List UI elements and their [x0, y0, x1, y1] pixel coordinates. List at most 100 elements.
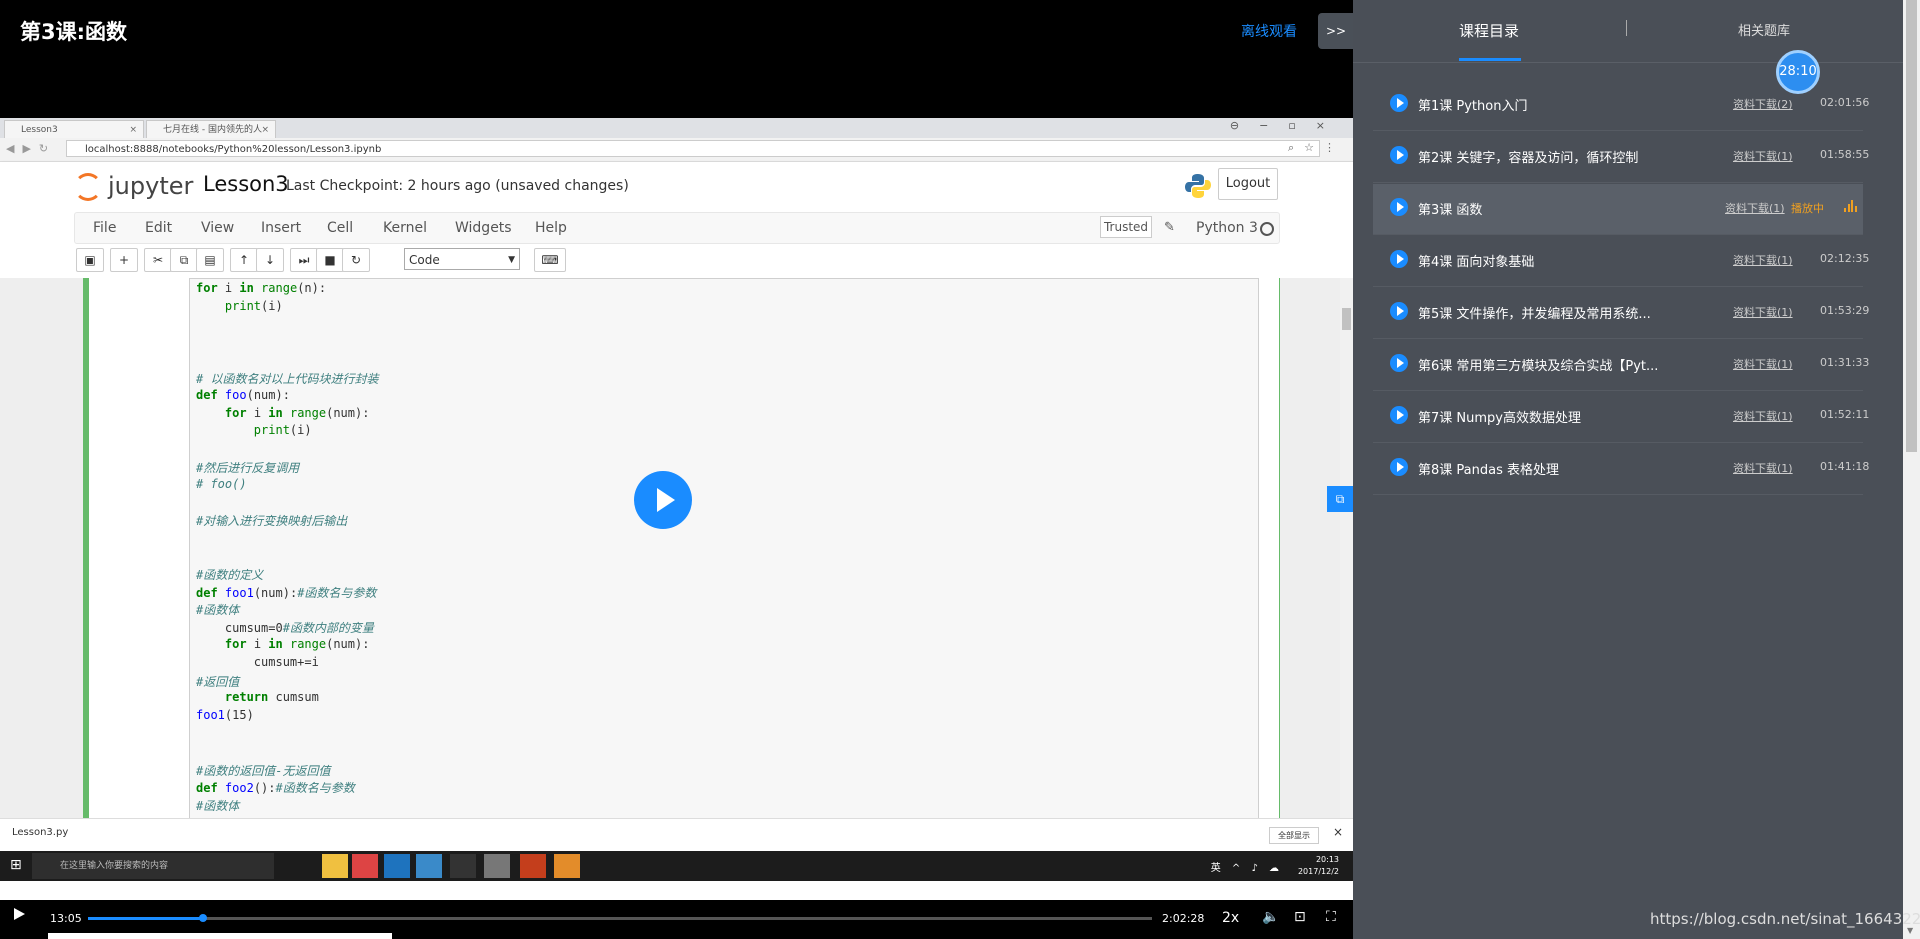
- lesson-name[interactable]: 第4课 面向对象基础: [1418, 251, 1534, 270]
- top-bar: 第3课:函数 离线观看 >>: [0, 0, 1354, 118]
- sidebar-tabs: 课程目录 相关题库: [1353, 0, 1903, 63]
- play-circle-icon[interactable]: [1390, 302, 1408, 320]
- checkpoint-status: Last Checkpoint: 2 hours ago (unsaved ch…: [286, 178, 629, 194]
- menu-help: Help: [535, 220, 567, 236]
- jupyter-toolbar: ▣ + ✂ ⧉ ▤ ↑ ↓ ⏭ ■ ↻ Code ▼ ⌨: [74, 248, 1278, 278]
- close-icon: ×: [261, 125, 269, 135]
- progress-handle[interactable]: [198, 914, 207, 922]
- kernel-idle-icon: [1260, 222, 1274, 236]
- code-line: # 以函数名对以上代码块进行封装: [196, 372, 379, 386]
- cell-type-value: Code: [409, 253, 440, 267]
- lesson-item[interactable]: 第8课 Pandas 表格处理 资料下载(1) 01:41:18: [1373, 444, 1869, 495]
- lesson-item[interactable]: 第5课 文件操作，并发编程及常用系统... 资料下载(1) 01:53:29: [1373, 288, 1869, 339]
- jupyter-logo-icon: [74, 173, 102, 201]
- download-link[interactable]: 资料下载(1): [1733, 304, 1793, 320]
- tray-icons: 英 ^ ♪ ☁: [1210, 863, 1283, 874]
- powerpoint-icon: [520, 854, 546, 878]
- python-logo-icon: [1185, 174, 1211, 198]
- play-circle-icon[interactable]: [1390, 94, 1408, 112]
- code-editor: for i in range(n): print(i) # 以函数名对以上代码块进…: [189, 278, 1259, 820]
- progress-bar[interactable]: [88, 914, 1152, 922]
- collapse-sidebar-button[interactable]: >>: [1318, 13, 1354, 49]
- show-all-button: 全部显示: [1269, 827, 1319, 844]
- page-scrollbar[interactable]: ▼: [1903, 0, 1920, 939]
- code-line: for i in range(n):: [196, 281, 327, 295]
- fullscreen-icon[interactable]: ⛶: [1326, 909, 1336, 925]
- move-up-icon: ↑: [230, 248, 258, 272]
- download-bar: Lesson3.py 全部显示 ×: [0, 818, 1353, 852]
- pencil-icon: ✎: [1164, 220, 1175, 235]
- star-icon: ⌕☆⋮: [1287, 141, 1345, 154]
- play-circle-icon[interactable]: [1390, 250, 1408, 268]
- play-icon[interactable]: [14, 908, 25, 920]
- picture-in-picture-icon[interactable]: ⧉: [1327, 486, 1353, 512]
- play-circle-icon[interactable]: [1390, 406, 1408, 424]
- lesson-item[interactable]: 第3课 函数 资料下载(1) 播放中: [1373, 184, 1863, 235]
- lesson-name[interactable]: 第2课 关键字，容器及访问，循环控制: [1418, 147, 1638, 166]
- lesson-item[interactable]: 第2课 关键字，容器及访问，循环控制 资料下载(1) 01:58:55: [1373, 132, 1869, 183]
- code-line: print(i): [253, 423, 312, 438]
- lesson-name[interactable]: 第8课 Pandas 表格处理: [1418, 459, 1559, 478]
- url-field: localhost:8888/notebooks/Python%20lesson…: [66, 140, 1320, 157]
- tab-question-bank[interactable]: 相关题库: [1738, 20, 1790, 39]
- play-circle-icon[interactable]: [1390, 146, 1408, 164]
- menu-file: File: [93, 220, 117, 236]
- download-link[interactable]: 资料下载(1): [1725, 200, 1785, 216]
- download-link[interactable]: 资料下载(1): [1733, 252, 1793, 268]
- download-link[interactable]: 资料下载(2): [1733, 96, 1793, 112]
- cell-prompt: [95, 278, 190, 818]
- download-link[interactable]: 资料下载(1): [1733, 408, 1793, 424]
- course-title: 第3课:函数: [20, 20, 128, 44]
- clock-date: 2017/12/2: [1297, 867, 1339, 876]
- play-circle-icon[interactable]: [1390, 458, 1408, 476]
- code-line: #返回值: [196, 674, 240, 689]
- code-line: def foo2():#函数名与参数: [196, 781, 355, 796]
- code-cell: for i in range(n): print(i) # 以函数名对以上代码块进…: [83, 278, 1280, 820]
- play-circle-icon[interactable]: [1390, 354, 1408, 372]
- notebook-scrollbar: [1340, 278, 1353, 818]
- clock-time: 20:13: [1315, 855, 1339, 864]
- tab-course-catalog[interactable]: 课程目录: [1459, 20, 1521, 61]
- bottom-strip: [48, 933, 392, 939]
- lesson-duration: 01:52:11: [1820, 408, 1870, 421]
- lesson-item[interactable]: 第6课 常用第三方模块及综合实战【Pyt... 资料下载(1) 01:31:33: [1373, 340, 1869, 391]
- lesson-name[interactable]: 第3课 函数: [1418, 199, 1482, 218]
- lesson-name[interactable]: 第6课 常用第三方模块及综合实战【Pyt...: [1418, 355, 1658, 374]
- lesson-name[interactable]: 第5课 文件操作，并发编程及常用系统...: [1418, 303, 1651, 322]
- copy-icon: ⧉: [170, 248, 198, 272]
- browser-tab-lesson3: Lesson3 ×: [4, 120, 144, 138]
- lesson-duration: 02:12:35: [1820, 252, 1870, 265]
- download-link[interactable]: 资料下载(1): [1733, 460, 1793, 476]
- download-link[interactable]: 资料下载(1): [1733, 148, 1793, 164]
- chevron-down-icon: ▼: [508, 255, 515, 265]
- speed-button[interactable]: 2x: [1222, 910, 1239, 926]
- screenshot-icon[interactable]: ⊡: [1294, 909, 1306, 925]
- save-icon: ▣: [76, 248, 104, 272]
- lesson-item[interactable]: 第4课 面向对象基础 资料下载(1) 02:12:35: [1373, 236, 1869, 287]
- volume-icon[interactable]: 🔈: [1262, 909, 1279, 925]
- code-line: #然后进行反复调用: [196, 461, 300, 475]
- taskbar-search: 在这里输入你要搜索的内容: [32, 853, 274, 879]
- scrollbar-thumb[interactable]: [1906, 0, 1917, 452]
- code-line: foo1(15): [196, 708, 254, 723]
- download-file: Lesson3.py: [12, 827, 69, 838]
- lesson-duration: 01:58:55: [1820, 148, 1870, 161]
- scrollbar-thumb: [1342, 308, 1351, 330]
- play-circle-icon[interactable]: [1390, 198, 1408, 216]
- download-link[interactable]: 资料下载(1): [1733, 356, 1793, 372]
- lesson-name[interactable]: 第1课 Python入门: [1418, 95, 1527, 114]
- windows-taskbar: ⊞ 在这里输入你要搜索的内容 英 ^ ♪ ☁ 20:13 2017/12/2: [0, 851, 1353, 881]
- lesson-item[interactable]: 第1课 Python入门 资料下载(2) 02:01:56: [1373, 80, 1869, 131]
- offline-watch-link[interactable]: 离线观看: [1241, 21, 1297, 41]
- jupyter-logo: jupyter: [74, 172, 193, 201]
- menu-kernel: Kernel: [383, 220, 427, 236]
- browser-tab-strip: Lesson3 × 七月在线 - 国内领先的人 × ⊖−▫×: [0, 118, 1353, 138]
- play-overlay-button[interactable]: [634, 471, 692, 529]
- code-line: print(i): [224, 298, 283, 313]
- app-icon: [554, 854, 580, 878]
- lesson-item[interactable]: 第7课 Numpy高效数据处理 资料下载(1) 01:52:11: [1373, 392, 1869, 443]
- lesson-duration: 02:01:56: [1820, 96, 1870, 109]
- equalizer-icon: [1844, 200, 1858, 212]
- lesson-name[interactable]: 第7课 Numpy高效数据处理: [1418, 407, 1581, 426]
- ime-indicator: 英: [1210, 863, 1225, 874]
